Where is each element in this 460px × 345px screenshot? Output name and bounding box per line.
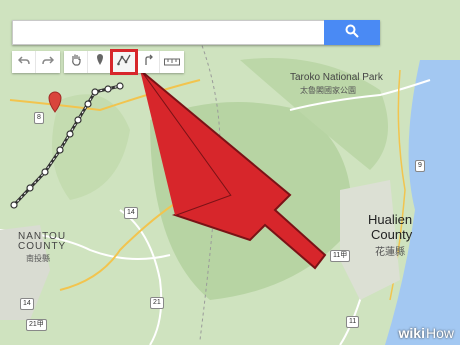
- redo-icon: [42, 53, 55, 71]
- tools-group: [64, 49, 184, 75]
- map-label-taroko-cjk: 太魯閣國家公園: [300, 86, 356, 95]
- directions-button[interactable]: [136, 51, 160, 73]
- map-label-hualien-cjk: 花蓮縣: [375, 247, 405, 258]
- road-shield: 21: [150, 297, 164, 309]
- draw-line-icon: [116, 53, 131, 71]
- map-label-nantou-cjk: 南投縣: [26, 254, 50, 263]
- map-label-hualien-county: County: [371, 227, 413, 242]
- search-button[interactable]: [324, 20, 380, 45]
- hand-icon: [70, 53, 82, 71]
- road-shield: 11: [346, 316, 360, 328]
- pan-button[interactable]: [64, 51, 88, 73]
- watermark-wiki: wiki: [398, 325, 425, 341]
- marker-icon: [95, 53, 105, 71]
- road-shield: 14: [124, 207, 138, 219]
- undo-icon: [17, 53, 30, 71]
- road-shield: 9: [415, 160, 425, 172]
- wikihow-watermark: wiki How: [399, 325, 454, 341]
- search-bar: [12, 20, 380, 45]
- map-label-taroko: Taroko National Park: [290, 72, 383, 83]
- measure-button[interactable]: [160, 51, 184, 73]
- map-label-hualien: Hualien: [368, 212, 413, 227]
- ruler-icon: [164, 53, 180, 71]
- road-shield: 11甲: [330, 250, 351, 262]
- search-input[interactable]: [12, 20, 324, 45]
- undo-button[interactable]: [12, 51, 36, 73]
- watermark-how: How: [425, 325, 454, 341]
- draw-line-button[interactable]: [110, 49, 138, 75]
- map-toolbar: [12, 49, 184, 75]
- history-group: [12, 51, 60, 73]
- map-label-nantou-county: COUNTY: [18, 241, 67, 252]
- road-shield: 21甲: [26, 319, 47, 331]
- road-shield: 14: [20, 298, 34, 310]
- add-marker-button[interactable]: [88, 51, 112, 73]
- search-icon: [345, 24, 359, 41]
- redo-button[interactable]: [36, 51, 60, 73]
- directions-icon: [142, 53, 154, 71]
- road-shield: 8: [34, 112, 44, 124]
